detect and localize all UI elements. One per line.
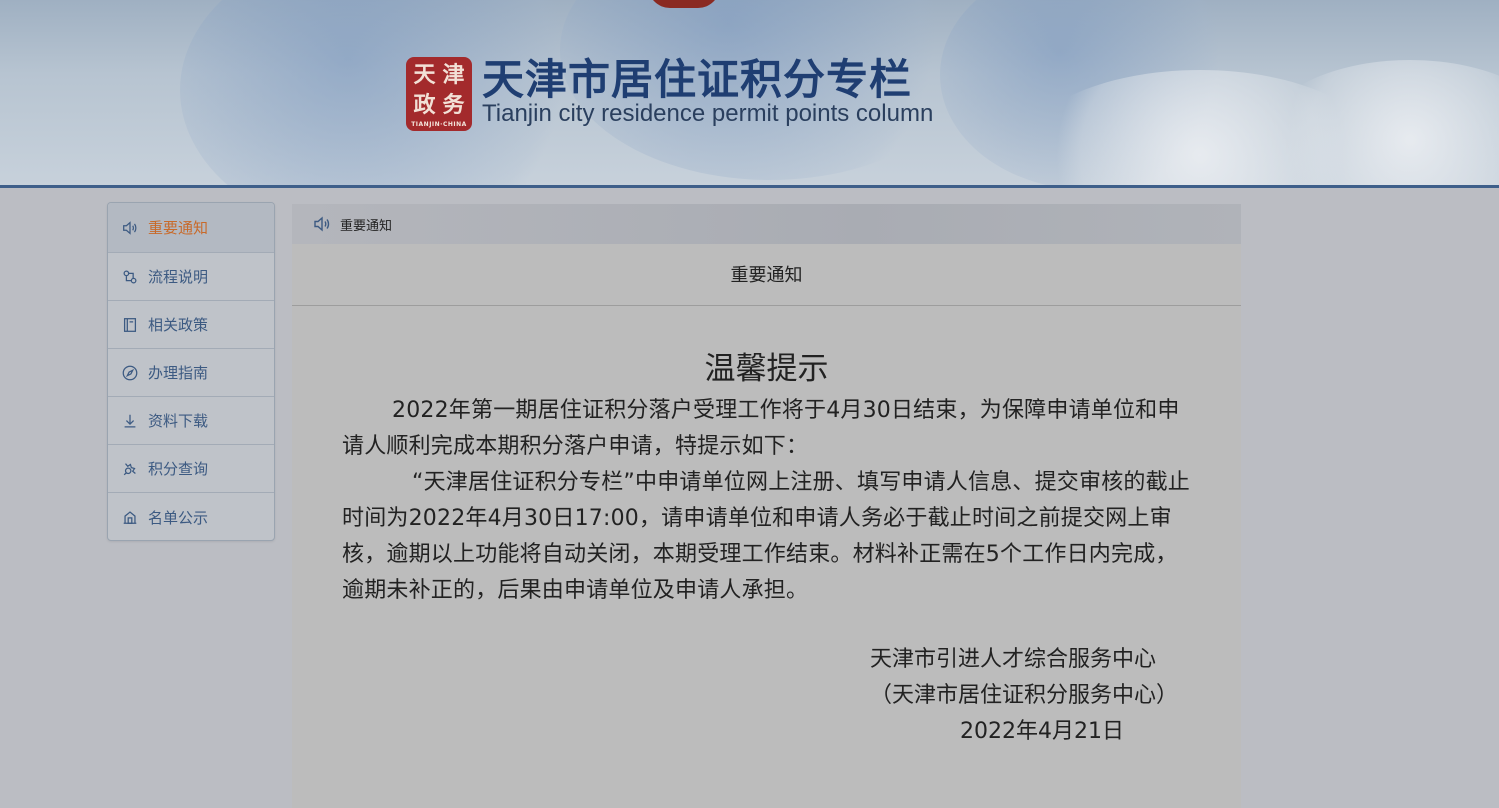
sidebar-item-label: 办理指南 — [148, 364, 209, 382]
sidebar-item-process[interactable]: 流程说明 — [108, 253, 274, 301]
banner-cloud-right — [1260, 60, 1499, 185]
compass-icon — [120, 363, 140, 383]
signature-org: 天津市引进人才综合服务中心 — [870, 647, 1157, 672]
seal-char: 务 — [442, 92, 465, 118]
sidebar-item-important-notice[interactable]: 重要通知 — [108, 203, 274, 253]
content-header: 重要通知 — [292, 244, 1241, 306]
search-points-icon — [120, 459, 140, 479]
signature-sub-org: （天津市居住证积分服务中心） — [870, 683, 1179, 708]
seal-foot: TIANJIN·CHINA — [411, 121, 467, 128]
sidebar-item-points-query[interactable]: 积分查询 — [108, 445, 274, 493]
site-logo-seal: 天 津 政 务 TIANJIN·CHINA — [406, 57, 472, 131]
breadcrumb: 重要通知 — [292, 204, 1241, 244]
sidebar-item-label: 重要通知 — [148, 219, 209, 237]
sidebar-item-label: 资料下载 — [148, 412, 209, 430]
speaker-icon — [312, 213, 334, 235]
seal-char: 天 — [413, 62, 436, 88]
building-icon — [120, 507, 140, 527]
sidebar-item-label: 名单公示 — [148, 508, 209, 527]
signature-date: 2022年4月21日 — [960, 719, 1124, 744]
sidebar-nav: 重要通知 流程说明 相关政策 办理指南 资料下载 积分查询 名单公示 — [107, 202, 275, 541]
article-paragraph: 2022年第一期居住证积分落户受理工作将于4月30日结束，为保障申请单位和申请人… — [342, 398, 1180, 459]
book-icon — [120, 315, 140, 335]
sidebar-item-download[interactable]: 资料下载 — [108, 397, 274, 445]
sidebar-item-policy[interactable]: 相关政策 — [108, 301, 274, 349]
article: 温馨提示 2022年第一期居住证积分落户受理工作将于4月30日结束，为保障申请单… — [292, 346, 1241, 609]
site-subtitle: Tianjin city residence permit points col… — [482, 100, 934, 127]
seal-char: 津 — [442, 62, 465, 88]
sidebar-item-label: 积分查询 — [148, 460, 209, 478]
notice-content: 重要通知 温馨提示 2022年第一期居住证积分落户受理工作将于4月30日结束，为… — [292, 244, 1241, 808]
sidebar-item-label: 流程说明 — [148, 268, 209, 286]
download-icon — [120, 411, 140, 431]
flow-icon — [120, 267, 140, 287]
article-paragraph: “天津居住证积分专栏”中申请单位网上注册、填写申请人信息、提交审核的截止时间为2… — [342, 470, 1190, 603]
speaker-icon — [120, 218, 140, 238]
header-banner: 天 津 政 务 TIANJIN·CHINA 天津市居住证积分专栏 Tianjin… — [0, 0, 1499, 188]
seal-char: 政 — [413, 92, 436, 118]
sidebar-item-label: 相关政策 — [148, 316, 209, 334]
breadcrumb-current: 重要通知 — [340, 218, 393, 234]
sidebar-item-list-publicity[interactable]: 名单公示 — [108, 493, 274, 541]
article-signature: 天津市引进人才综合服务中心 （天津市居住证积分服务中心） 2022年4月21日 — [870, 642, 1178, 750]
sidebar-item-guide[interactable]: 办理指南 — [108, 349, 274, 397]
article-title: 温馨提示 — [704, 351, 829, 387]
